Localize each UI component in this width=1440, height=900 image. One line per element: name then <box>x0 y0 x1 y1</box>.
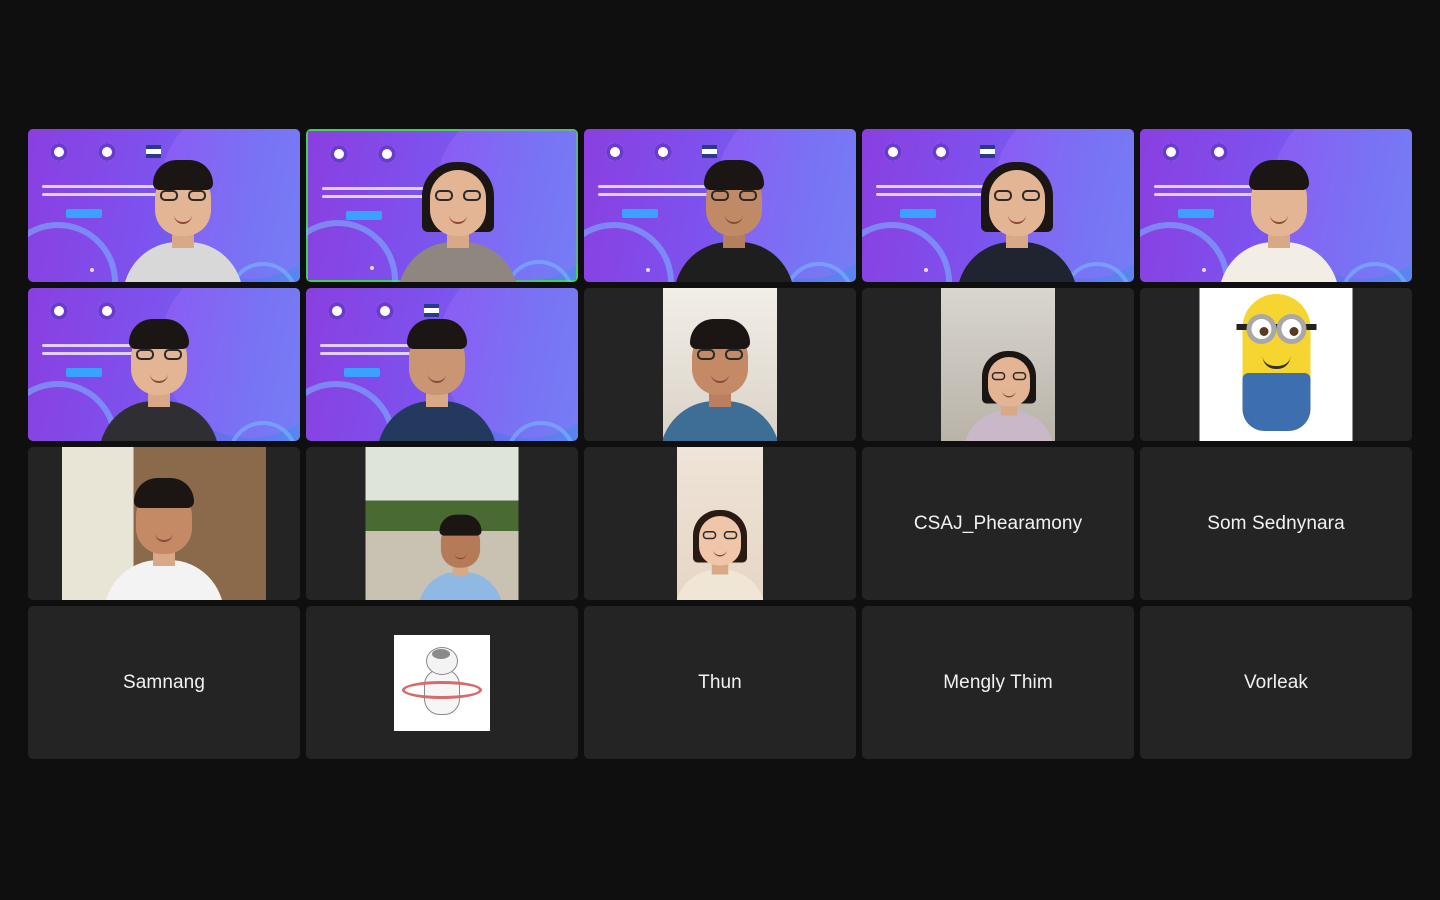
participant-tile-5[interactable] <box>1140 129 1412 282</box>
participant-video <box>673 142 794 282</box>
participant-name: CSAJ_Phearamony <box>913 512 1083 534</box>
cat-hula-hoop-avatar-icon <box>394 634 490 731</box>
participant-video <box>663 288 777 441</box>
participant-tile-15[interactable]: Som Sednynara <box>1140 447 1412 600</box>
participant-tile-1[interactable] <box>28 129 300 282</box>
participant-video <box>62 447 266 600</box>
participant-tile-13[interactable] <box>584 447 856 600</box>
participant-video <box>98 301 219 441</box>
participant-tile-9[interactable] <box>862 288 1134 441</box>
participant-video <box>1218 142 1339 282</box>
gallery-grid: CSAJ_Phearamony Som Sednynara Samnang Th… <box>28 129 1412 759</box>
participant-tile-17[interactable] <box>306 606 578 759</box>
meeting-window: CSAJ_Phearamony Som Sednynara Samnang Th… <box>0 0 1440 900</box>
participant-video <box>398 142 519 282</box>
participant-video <box>941 288 1055 441</box>
participant-tile-7[interactable] <box>306 288 578 441</box>
minion-avatar-icon <box>1199 288 1353 441</box>
participant-tile-20[interactable]: Vorleak <box>1140 606 1412 759</box>
participant-name: Mengly Thim <box>943 671 1053 693</box>
participant-tile-18[interactable]: Thun <box>584 606 856 759</box>
participant-video <box>957 142 1078 282</box>
participant-tile-16[interactable]: Samnang <box>28 606 300 759</box>
participant-tile-14[interactable]: CSAJ_Phearamony <box>862 447 1134 600</box>
participant-name: Som Sednynara <box>1207 512 1345 534</box>
participant-video <box>123 142 244 282</box>
participant-tile-2[interactable] <box>306 129 578 282</box>
participant-name: Vorleak <box>1243 671 1309 693</box>
participant-video <box>677 447 763 600</box>
participant-tile-4[interactable] <box>862 129 1134 282</box>
participant-tile-11[interactable] <box>28 447 300 600</box>
participant-name: Thun <box>698 671 742 693</box>
participant-video <box>376 301 497 441</box>
participant-video <box>365 447 519 600</box>
participant-tile-12[interactable] <box>306 447 578 600</box>
participant-tile-10[interactable] <box>1140 288 1412 441</box>
participant-tile-3[interactable] <box>584 129 856 282</box>
participant-tile-8[interactable] <box>584 288 856 441</box>
participant-tile-6[interactable] <box>28 288 300 441</box>
participant-name: Samnang <box>122 671 206 693</box>
participant-tile-19[interactable]: Mengly Thim <box>862 606 1134 759</box>
